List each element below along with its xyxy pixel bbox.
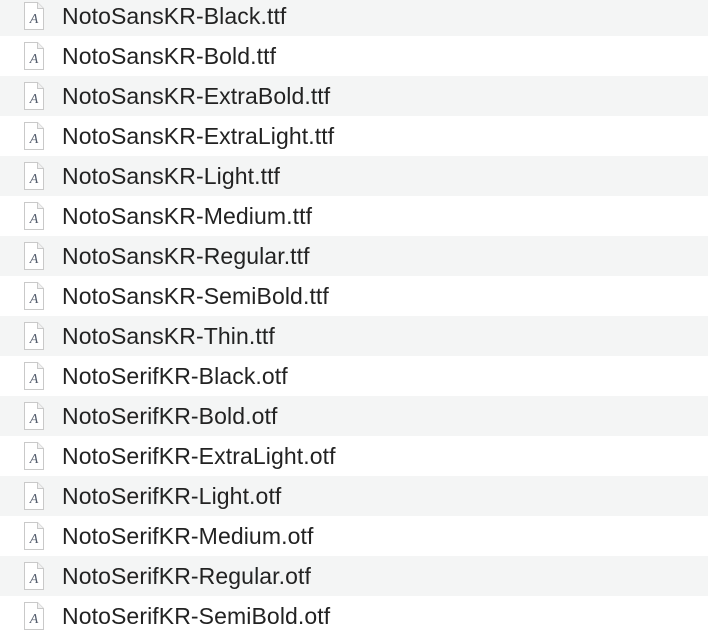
file-row[interactable]: A NotoSerifKR-ExtraLight.otf xyxy=(0,436,708,476)
file-name: NotoSansKR-Medium.ttf xyxy=(62,202,313,229)
font-file-icon: A xyxy=(24,82,44,110)
svg-text:A: A xyxy=(29,52,39,67)
svg-text:A: A xyxy=(29,12,39,27)
svg-text:A: A xyxy=(29,212,39,227)
file-row[interactable]: A NotoSerifKR-Light.otf xyxy=(0,476,708,516)
font-file-icon: A xyxy=(24,522,44,550)
svg-text:A: A xyxy=(29,172,39,187)
svg-text:A: A xyxy=(29,492,39,507)
svg-text:A: A xyxy=(29,572,39,587)
file-row[interactable]: A NotoSerifKR-Black.otf xyxy=(0,356,708,396)
file-name: NotoSerifKR-Light.otf xyxy=(62,482,282,509)
file-row[interactable]: A NotoSansKR-ExtraBold.ttf xyxy=(0,76,708,116)
svg-text:A: A xyxy=(29,332,39,347)
file-name: NotoSansKR-Thin.ttf xyxy=(62,322,275,349)
font-file-icon: A xyxy=(24,282,44,310)
file-row[interactable]: A NotoSansKR-ExtraLight.ttf xyxy=(0,116,708,156)
file-row[interactable]: A NotoSansKR-Medium.ttf xyxy=(0,196,708,236)
file-name: NotoSerifKR-Bold.otf xyxy=(62,402,278,429)
file-name: NotoSansKR-Light.ttf xyxy=(62,162,281,189)
file-name: NotoSerifKR-Medium.otf xyxy=(62,522,314,549)
font-file-icon: A xyxy=(24,562,44,590)
file-name: NotoSansKR-Black.ttf xyxy=(62,2,287,29)
font-file-icon: A xyxy=(24,402,44,430)
file-row[interactable]: A NotoSerifKR-Medium.otf xyxy=(0,516,708,556)
font-file-icon: A xyxy=(24,322,44,350)
file-name: NotoSerifKR-SemiBold.otf xyxy=(62,602,331,629)
font-file-icon: A xyxy=(24,122,44,150)
svg-text:A: A xyxy=(29,612,39,627)
font-file-icon: A xyxy=(24,442,44,470)
file-row[interactable]: A NotoSansKR-Bold.ttf xyxy=(0,36,708,76)
font-file-icon: A xyxy=(24,42,44,70)
svg-text:A: A xyxy=(29,292,39,307)
file-row[interactable]: A NotoSansKR-Light.ttf xyxy=(0,156,708,196)
file-row[interactable]: A NotoSansKR-Black.ttf xyxy=(0,0,708,36)
font-file-icon: A xyxy=(24,362,44,390)
file-row[interactable]: A NotoSansKR-SemiBold.ttf xyxy=(0,276,708,316)
font-file-icon: A xyxy=(24,242,44,270)
file-row[interactable]: A NotoSansKR-Thin.ttf xyxy=(0,316,708,356)
file-name: NotoSansKR-SemiBold.ttf xyxy=(62,282,329,309)
file-name: NotoSerifKR-Regular.otf xyxy=(62,562,312,589)
svg-text:A: A xyxy=(29,372,39,387)
file-name: NotoSansKR-Bold.ttf xyxy=(62,42,277,69)
svg-text:A: A xyxy=(29,132,39,147)
file-name: NotoSerifKR-ExtraLight.otf xyxy=(62,442,336,469)
file-row[interactable]: A NotoSansKR-Regular.ttf xyxy=(0,236,708,276)
file-row[interactable]: A NotoSerifKR-SemiBold.otf xyxy=(0,596,708,636)
file-name: NotoSansKR-ExtraBold.ttf xyxy=(62,82,331,109)
svg-text:A: A xyxy=(29,452,39,467)
file-row[interactable]: A NotoSerifKR-Regular.otf xyxy=(0,556,708,596)
svg-text:A: A xyxy=(29,252,39,267)
font-file-icon: A xyxy=(24,602,44,630)
svg-text:A: A xyxy=(29,532,39,547)
font-file-icon: A xyxy=(24,2,44,30)
file-name: NotoSansKR-Regular.ttf xyxy=(62,242,310,269)
file-name: NotoSerifKR-Black.otf xyxy=(62,362,288,389)
svg-text:A: A xyxy=(29,412,39,427)
file-name: NotoSansKR-ExtraLight.ttf xyxy=(62,122,335,149)
file-row[interactable]: A NotoSerifKR-Bold.otf xyxy=(0,396,708,436)
file-list: A NotoSansKR-Black.ttf A NotoSansKR-Bold… xyxy=(0,0,708,636)
font-file-icon: A xyxy=(24,202,44,230)
font-file-icon: A xyxy=(24,162,44,190)
font-file-icon: A xyxy=(24,482,44,510)
svg-text:A: A xyxy=(29,92,39,107)
